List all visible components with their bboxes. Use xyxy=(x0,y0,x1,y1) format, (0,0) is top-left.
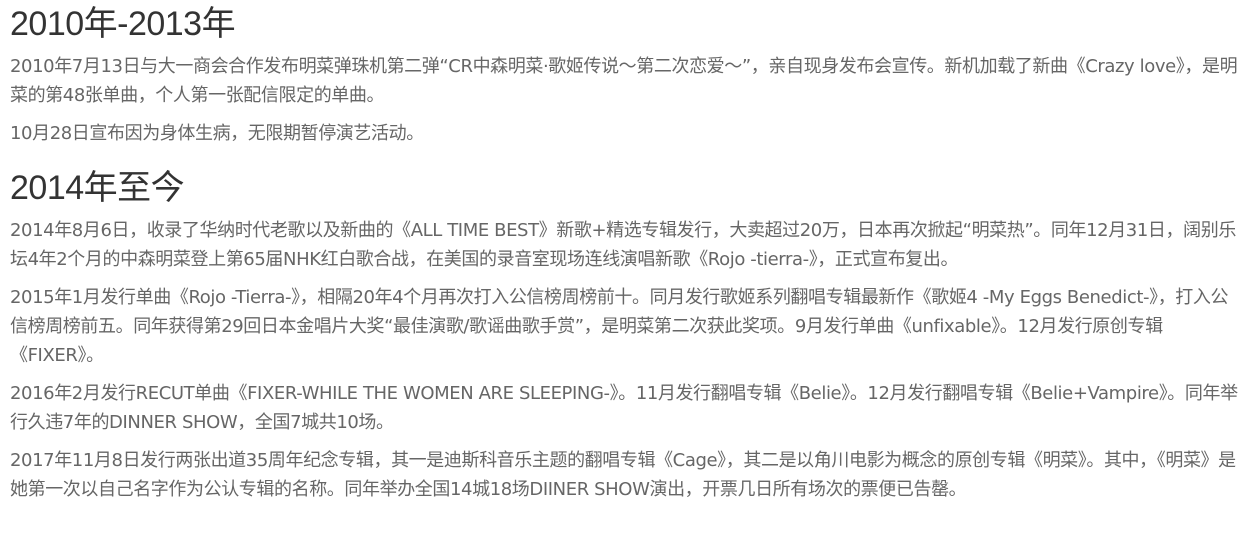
paragraph-2014: 2014年8月6日，收录了华纳时代老歌以及新曲的《ALL TIME BEST》新… xyxy=(10,220,1236,270)
paragraph-2015: 2015年1月发行单曲《Rojo -Tierra-》，相隔20年4个月再次打入公… xyxy=(10,287,1229,366)
section-heading-2014-present: 2014年至今 xyxy=(10,169,185,207)
paragraph-2010-pachinko: 2010年7月13日与大一商会合作发布明菜弹珠机第二弹“CR中森明菜·歌姬传说～… xyxy=(10,56,1238,106)
paragraph-2016: 2016年2月发行RECUT单曲《FIXER-WHILE THE WOMEN A… xyxy=(10,383,1238,433)
article-body: 2010年-2013年 2010年7月13日与大一商会合作发布明菜弹珠机第二弹“… xyxy=(0,0,1249,536)
section-heading-2010-2013: 2010年-2013年 xyxy=(10,5,236,43)
paragraph-2010-hiatus: 10月28日宣布因为身体生病，无限期暂停演艺活动。 xyxy=(10,123,424,144)
paragraph-2017: 2017年11月8日发行两张出道35周年纪念专辑，其一是迪斯科音乐主题的翻唱专辑… xyxy=(10,450,1236,500)
